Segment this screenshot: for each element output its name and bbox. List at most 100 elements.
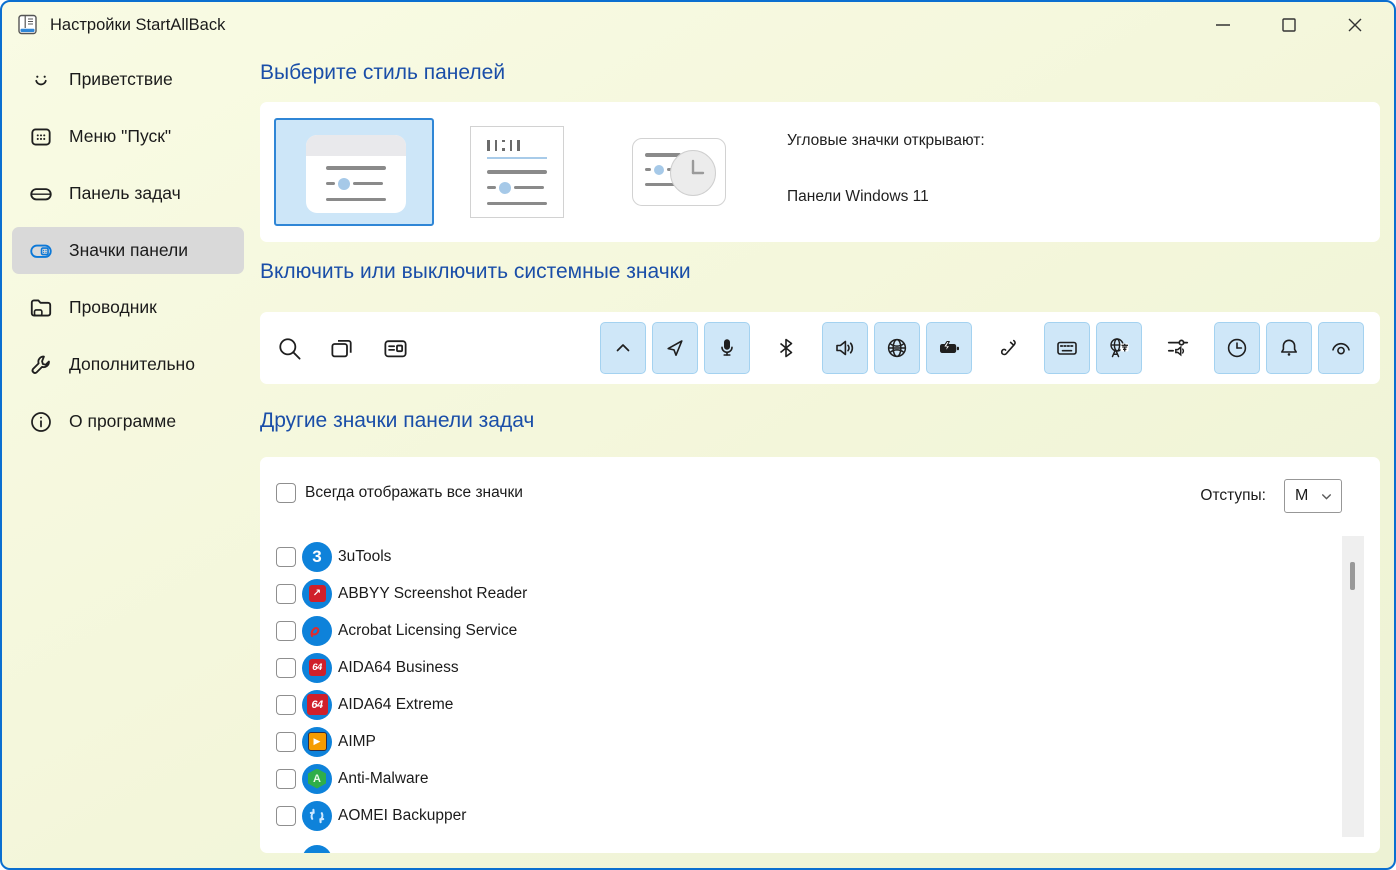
style-card-preview <box>487 139 547 151</box>
wrench-icon <box>28 352 54 378</box>
start-menu-icon <box>28 124 54 150</box>
list-item[interactable]: A Anti-Malware <box>276 760 1336 797</box>
pen-icon <box>996 336 1020 360</box>
list-item[interactable]: AOMEI Backupper <box>276 797 1336 834</box>
other-icons-panel: Всегда отображать все значки Отступы: M … <box>260 457 1380 853</box>
volume-toggle[interactable] <box>822 322 868 374</box>
sidebar-item-welcome[interactable]: Приветствие <box>12 56 244 103</box>
clock-icon <box>1225 336 1249 360</box>
section-heading-style: Выберите стиль панелей <box>260 61 505 85</box>
taskbar-icon <box>28 181 54 207</box>
always-show-label: Всегда отображать все значки <box>305 484 523 502</box>
sidebar-item-about[interactable]: О программе <box>12 398 244 445</box>
chevron-up-icon <box>611 336 635 360</box>
bell-toggle[interactable] <box>1266 322 1312 374</box>
style-card-clock[interactable] <box>632 138 726 206</box>
sidebar-item-tray-icons[interactable]: Значки панели <box>12 227 244 274</box>
app-icon-acrobat <box>302 616 332 646</box>
acrobat-loop-icon <box>307 621 327 641</box>
spacing-label: Отступы: <box>1200 487 1266 505</box>
microphone-icon <box>715 336 739 360</box>
system-icons-panel <box>260 312 1380 384</box>
close-button[interactable] <box>1322 2 1388 48</box>
clock-preview-icon <box>670 150 716 196</box>
language-toggle[interactable] <box>1096 322 1142 374</box>
tray-icons-icon <box>28 238 54 264</box>
search-icon[interactable] <box>276 335 303 362</box>
app-checkbox[interactable] <box>276 658 296 678</box>
always-show-checkbox[interactable] <box>276 483 296 503</box>
mixer-toggle[interactable] <box>1155 322 1201 374</box>
eye-icon <box>1329 336 1353 360</box>
play-icon: ▶ <box>308 732 327 751</box>
task-view-icon[interactable] <box>329 335 356 362</box>
scrollbar-thumb[interactable] <box>1350 562 1355 590</box>
clock-toggle[interactable] <box>1214 322 1260 374</box>
app-icon-antimalware: A <box>302 764 332 794</box>
style-card-windows11[interactable] <box>274 118 434 226</box>
sidebar-item-label: Меню "Пуск" <box>69 126 171 147</box>
keyboard-toggle[interactable] <box>1044 322 1090 374</box>
app-checkbox[interactable] <box>276 695 296 715</box>
info-icon <box>28 409 54 435</box>
microphone-toggle[interactable] <box>704 322 750 374</box>
style-card-windows10[interactable] <box>470 126 564 218</box>
list-item[interactable]: 3 3uTools <box>276 538 1336 575</box>
app-checkbox[interactable] <box>276 806 296 826</box>
app-checkbox[interactable] <box>276 547 296 567</box>
keyboard-icon <box>1055 336 1079 360</box>
smiley-icon <box>28 67 54 93</box>
volume-icon <box>833 336 857 360</box>
scrollbar-track[interactable] <box>1342 536 1364 837</box>
app-checkbox[interactable] <box>276 732 296 752</box>
app-icon-3utools: 3 <box>302 542 332 572</box>
volume-mixer-icon <box>1165 335 1191 361</box>
app-checkbox[interactable] <box>276 769 296 789</box>
list-item[interactable]: ▶ AIMP <box>276 723 1336 760</box>
app-icon-partial <box>302 845 332 853</box>
widgets-icon[interactable] <box>382 335 409 362</box>
style-card-preview <box>306 135 406 213</box>
sidebar-item-explorer[interactable]: Проводник <box>12 284 244 331</box>
sidebar-item-start-menu[interactable]: Меню "Пуск" <box>12 113 244 160</box>
app-checkbox[interactable] <box>276 621 296 641</box>
spacing-value: M <box>1295 487 1308 505</box>
app-icon-aida64-extreme: 64 <box>302 690 332 720</box>
app-window: Настройки StartAllBack Приветствие <box>0 0 1396 870</box>
network-toggle[interactable] <box>874 322 920 374</box>
app-checkbox[interactable] <box>276 584 296 604</box>
battery-charging-icon <box>937 336 961 360</box>
sidebar-item-label: Значки панели <box>69 240 188 261</box>
list-item[interactable]: Acrobat Licensing Service <box>276 612 1336 649</box>
app-icon-aida64-business: 64 <box>302 653 332 683</box>
list-item[interactable]: 64 AIDA64 Extreme <box>276 686 1336 723</box>
minimize-button[interactable] <box>1190 2 1256 48</box>
sidebar-item-advanced[interactable]: Дополнительно <box>12 341 244 388</box>
sidebar-item-label: Проводник <box>69 297 157 318</box>
bluetooth-icon <box>774 336 798 360</box>
eye-toggle[interactable] <box>1318 322 1364 374</box>
title-bar: Настройки StartAllBack <box>2 2 1394 48</box>
location-toggle[interactable] <box>652 322 698 374</box>
chevron-down-icon <box>1320 490 1333 503</box>
bluetooth-toggle[interactable] <box>763 322 809 374</box>
sidebar-item-label: Дополнительно <box>69 354 195 375</box>
list-item[interactable]: ↗ ABBYY Screenshot Reader <box>276 575 1336 612</box>
bell-icon <box>1277 336 1301 360</box>
sidebar: Приветствие Меню "Пуск" Панель зад <box>12 56 244 445</box>
maximize-button[interactable] <box>1256 2 1322 48</box>
section-heading-other-icons: Другие значки панели задач <box>260 409 534 433</box>
battery-toggle[interactable] <box>926 322 972 374</box>
sync-arrows-icon <box>307 806 327 826</box>
app-list: 3 3uTools ↗ ABBYY Screenshot Reader Acro… <box>276 538 1336 834</box>
chevron-up-toggle[interactable] <box>600 322 646 374</box>
style-panel: Угловые значки открывают: Панели Windows… <box>260 102 1380 242</box>
abbyy-arrow-icon: ↗ <box>313 588 321 599</box>
shield-icon: A <box>307 769 327 789</box>
window-title: Настройки StartAllBack <box>50 16 225 35</box>
spacing-select[interactable]: M <box>1284 479 1342 513</box>
sidebar-item-taskbar[interactable]: Панель задач <box>12 170 244 217</box>
pen-toggle[interactable] <box>985 322 1031 374</box>
list-item[interactable]: 64 AIDA64 Business <box>276 649 1336 686</box>
sidebar-item-label: Панель задач <box>69 183 181 204</box>
